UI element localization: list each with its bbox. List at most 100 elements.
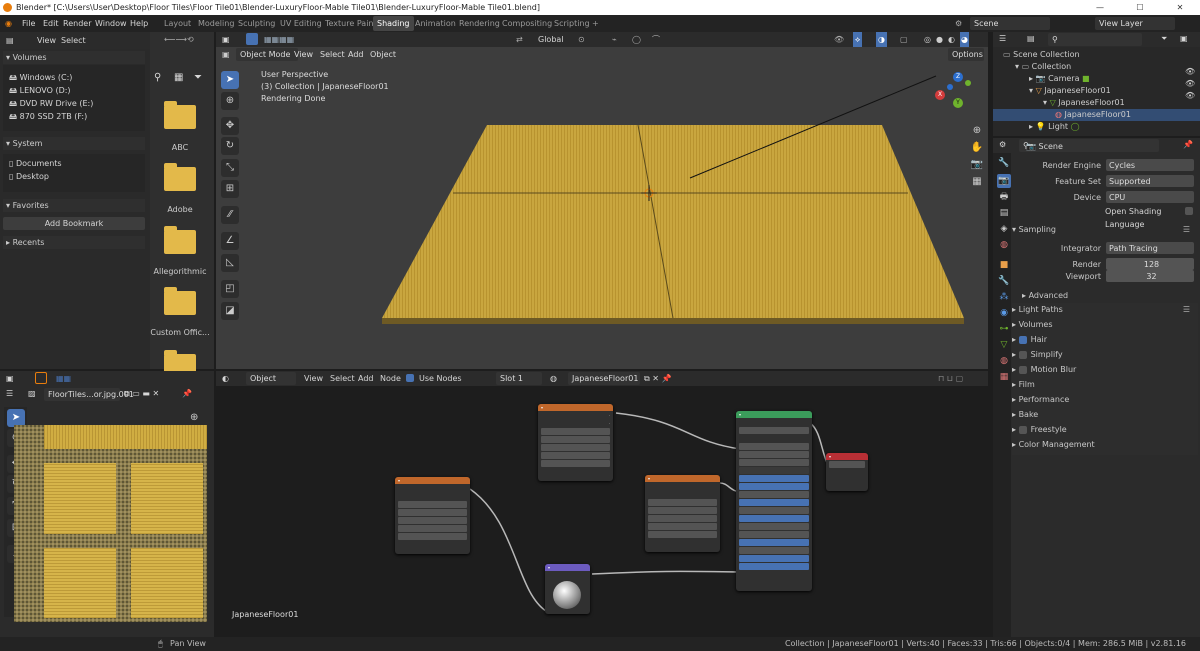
viewport-view-menu[interactable]: View	[294, 47, 313, 62]
viewport-samples-field[interactable]: 32	[1106, 270, 1194, 282]
normal-node[interactable]: ▾	[545, 564, 590, 614]
maximize-button[interactable]: ☐	[1120, 0, 1160, 15]
add-workspace-button[interactable]: +	[592, 15, 599, 32]
camera-view-icon[interactable]: 📷	[969, 156, 985, 173]
volume-item[interactable]: 🖴 Windows (C:)	[9, 72, 72, 86]
floor-surface[interactable]	[382, 125, 964, 318]
outliner-item-collection[interactable]: ▾ ▭ Collection	[1015, 61, 1071, 73]
outliner-item-floor-object[interactable]: ▾ ▽ JapaneseFloor01	[1029, 85, 1111, 97]
shading-rendered-icon[interactable]: ◕	[960, 32, 969, 47]
zoom-icon[interactable]: ⊕	[969, 122, 985, 139]
z-axis-icon[interactable]: Z	[953, 72, 963, 82]
system-item-documents[interactable]: ▯ Documents	[9, 159, 62, 168]
tweak-icon[interactable]	[35, 372, 47, 384]
menu-edit[interactable]: Edit	[43, 15, 59, 32]
presets-list-icon[interactable]: ☰	[1183, 223, 1190, 237]
hand-pan-icon[interactable]: ✋	[969, 139, 985, 156]
volumes-panel-header[interactable]: ▾ Volumes	[3, 51, 145, 64]
neg-y-axis-icon[interactable]	[965, 80, 971, 86]
tool-tab-icon[interactable]: 🔧	[997, 156, 1011, 170]
minimize-button[interactable]: —	[1080, 0, 1120, 15]
light-paths-section[interactable]: ▸ Light Paths ☰	[1012, 303, 1198, 317]
scene-selector[interactable]: Scene	[970, 17, 1050, 30]
render-tab-icon[interactable]: 📷	[997, 174, 1011, 188]
fb-select-menu[interactable]: Select	[61, 32, 86, 49]
scene-icon[interactable]: ⚙	[955, 15, 962, 32]
volume-item[interactable]: 🖴 DVD RW Drive (E:)	[9, 98, 93, 112]
view-layer-tab-icon[interactable]: ▤	[997, 206, 1011, 220]
device-dropdown[interactable]: CPU	[1106, 191, 1194, 203]
menu-window[interactable]: Window	[95, 15, 127, 32]
advanced-subsection[interactable]: ▸ Advanced	[1022, 289, 1200, 303]
viewport-type-icon[interactable]: ▣	[222, 47, 230, 62]
y-axis-icon[interactable]: Y	[953, 98, 963, 108]
film-section[interactable]: ▸ Film	[1012, 378, 1198, 392]
sync-icons[interactable]: ▦▦	[56, 371, 71, 386]
tab-texture-paint[interactable]: Texture Paint	[325, 15, 377, 32]
properties-type-icon[interactable]: ⚙	[999, 140, 1006, 149]
physics-tab-icon[interactable]: ◉	[997, 306, 1011, 320]
hair-section[interactable]: ▸ Hair	[1012, 333, 1198, 347]
tab-shading[interactable]: Shading	[373, 16, 414, 31]
outliner-type-icon[interactable]: ☰	[999, 34, 1006, 43]
image-texture-node[interactable]: ▾	[645, 475, 720, 552]
scene-tab-icon[interactable]: ◈	[997, 222, 1011, 236]
volume-item[interactable]: 🖴 870 SSD 2TB (F:)	[9, 111, 87, 125]
navigation-arrows-icon[interactable]: ⟵⟶⟲	[164, 35, 194, 44]
editor-type-icon[interactable]: ▤	[6, 32, 14, 49]
world-tab-icon[interactable]: ◍	[997, 238, 1011, 252]
output-tab-icon[interactable]: 🖶	[997, 190, 1011, 204]
recents-panel-header[interactable]: ▸ Recents	[3, 236, 145, 249]
favorites-panel-header[interactable]: ▾ Favorites	[3, 199, 145, 212]
shading-wireframe-icon[interactable]: ◎	[924, 32, 931, 47]
tab-compositing[interactable]: Compositing	[502, 15, 552, 32]
texture-tab-icon[interactable]: ▦	[997, 370, 1011, 384]
image-texture-node[interactable]: ▾	[395, 477, 470, 554]
tab-animation[interactable]: Animation	[415, 15, 456, 32]
simplify-section[interactable]: ▸ Simplify	[1012, 348, 1198, 362]
motion-blur-section[interactable]: ▸ Motion Blur	[1012, 363, 1198, 377]
volume-item[interactable]: 🖴 LENOVO (D:)	[9, 85, 71, 99]
search-icon[interactable]: ⚲	[154, 72, 161, 83]
ortho-grid-icon[interactable]: ▦	[969, 173, 985, 190]
close-button[interactable]: ✕	[1160, 0, 1200, 15]
pin-icon[interactable]: 📌	[1183, 140, 1193, 149]
folder-icon[interactable]	[164, 101, 196, 129]
object-tab-icon[interactable]: ■	[997, 258, 1011, 272]
orientation-icon[interactable]: ⇄	[516, 32, 523, 47]
tab-scripting[interactable]: Scripting	[554, 15, 590, 32]
osl-checkbox[interactable]	[1185, 207, 1193, 215]
modifier-tab-icon[interactable]: 🔧	[997, 274, 1011, 288]
feature-set-dropdown[interactable]: Supported	[1106, 175, 1194, 187]
object-mode-dropdown[interactable]: Object Mode	[236, 48, 298, 61]
outliner-item-scene-collection[interactable]: ▭ Scene Collection	[1003, 49, 1080, 61]
display-mode-icon[interactable]: ▦	[174, 72, 183, 83]
xray-icon[interactable]: ▢	[900, 32, 908, 47]
data-tab-icon[interactable]: ▽	[997, 338, 1011, 352]
system-item-desktop[interactable]: ▯ Desktop	[9, 172, 49, 181]
viewport-select-menu[interactable]: Select	[320, 47, 345, 62]
hamburger-menu-icon[interactable]: ☰	[6, 387, 13, 401]
viewport-editor-icon[interactable]: ▣	[222, 32, 230, 47]
zoom-icon[interactable]: ⊕	[190, 409, 202, 426]
tab-uv-editing[interactable]: UV Editing	[280, 15, 322, 32]
folder-icon[interactable]	[164, 226, 196, 254]
snap-icon[interactable]: ⌁	[612, 32, 617, 47]
system-panel-header[interactable]: ▾ System	[3, 137, 145, 150]
folder-icon[interactable]	[164, 287, 196, 315]
sampling-section-header[interactable]: ▾ Sampling ☰	[1012, 223, 1198, 237]
x-axis-icon[interactable]: X	[935, 90, 945, 100]
pin-icon[interactable]: 📌	[182, 387, 192, 401]
color-management-section[interactable]: ▸ Color Management	[1012, 438, 1198, 452]
performance-section[interactable]: ▸ Performance	[1012, 393, 1198, 407]
image-name-field[interactable]: FloorTiles...or.jpg.001	[44, 388, 134, 401]
viewport-add-menu[interactable]: Add	[348, 47, 364, 62]
material-output-node[interactable]: ▾	[826, 453, 868, 491]
blender-menu-icon[interactable]: ◉	[5, 15, 12, 32]
integrator-dropdown[interactable]: Path Tracing	[1106, 242, 1194, 254]
proportional-edit-icon[interactable]: ◯	[632, 32, 641, 47]
transform-orientation-dropdown[interactable]: Global	[538, 32, 564, 47]
principled-bsdf-node[interactable]: ▾	[736, 411, 812, 591]
bake-section[interactable]: ▸ Bake	[1012, 408, 1198, 422]
render-engine-dropdown[interactable]: Cycles	[1106, 159, 1194, 171]
